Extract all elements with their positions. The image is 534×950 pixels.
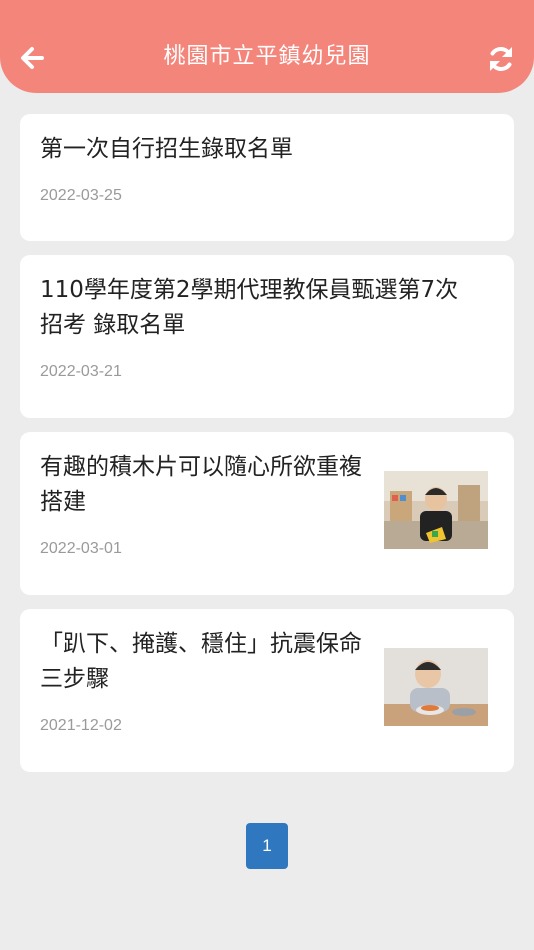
news-date: 2021-12-02	[40, 717, 122, 734]
news-item[interactable]: 110學年度第2學期代理教保員甄選第7次招考 錄取名單 2022-03-21	[20, 255, 514, 418]
page-1-button[interactable]: 1	[246, 823, 288, 869]
news-title: 「趴下、掩護、穩住」抗震保命三步驟	[40, 631, 362, 692]
news-item[interactable]: 「趴下、掩護、穩住」抗震保命三步驟 2021-12-02	[20, 609, 514, 772]
news-date: 2022-03-01	[40, 540, 122, 557]
page-title: 桃園市立平鎮幼兒園	[163, 44, 371, 69]
news-date: 2022-03-21	[40, 363, 122, 380]
news-item[interactable]: 有趣的積木片可以隨心所欲重複搭建 2022-03-01	[20, 432, 514, 595]
news-thumbnail	[384, 471, 488, 549]
news-title: 110學年度第2學期代理教保員甄選第7次招考 錄取名單	[40, 277, 459, 338]
refresh-icon[interactable]	[486, 44, 516, 74]
news-thumbnail	[384, 648, 488, 726]
news-title: 有趣的積木片可以隨心所欲重複搭建	[40, 454, 362, 515]
news-date: 2022-03-25	[40, 187, 122, 204]
news-item[interactable]: 第一次自行招生錄取名單 2022-03-25	[20, 114, 514, 241]
app-header: 桃園市立平鎮幼兒園	[0, 0, 534, 93]
news-title: 第一次自行招生錄取名單	[40, 136, 293, 162]
